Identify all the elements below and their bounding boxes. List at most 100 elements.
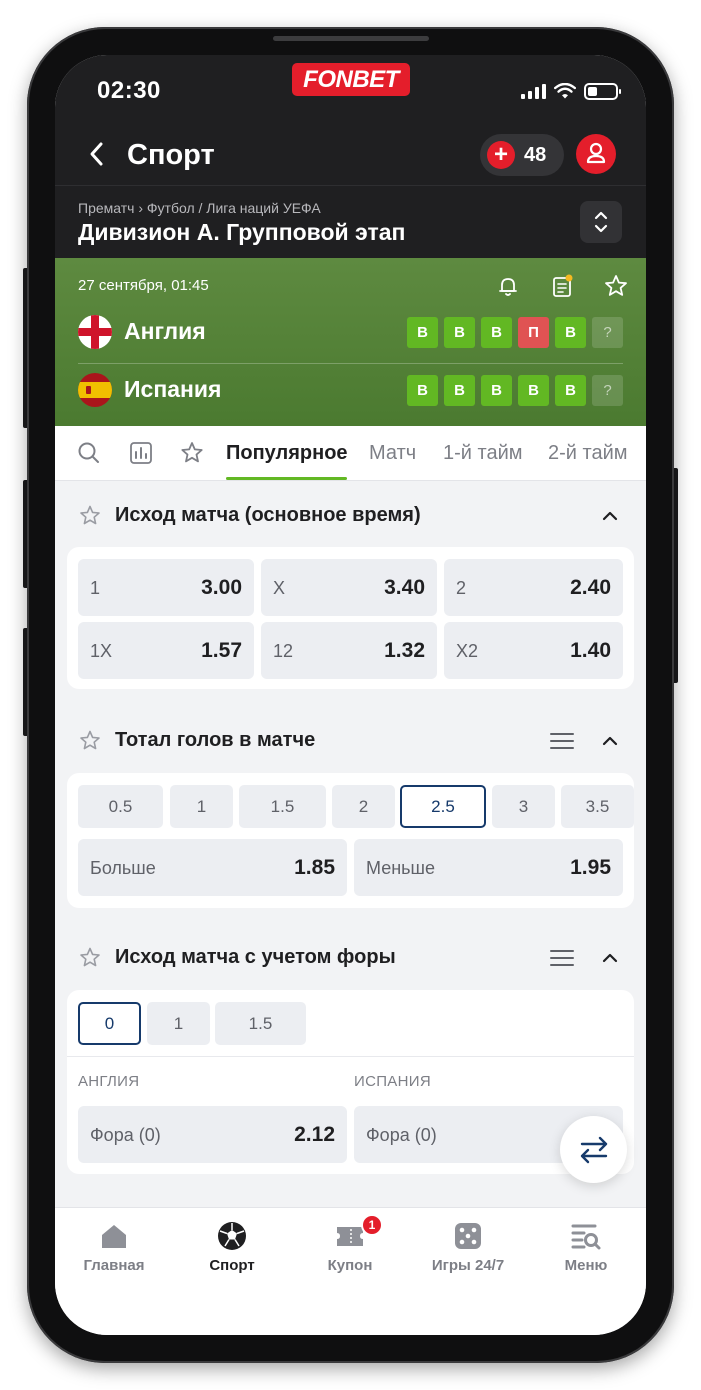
- divider: [55, 185, 646, 186]
- nav-home[interactable]: Главная: [55, 1220, 173, 1280]
- list-icon[interactable]: [549, 947, 575, 969]
- list-icon[interactable]: [549, 730, 575, 752]
- scoreboard-icon[interactable]: [548, 272, 576, 300]
- nav-label: Главная: [83, 1257, 145, 1274]
- form-result: П: [518, 317, 549, 348]
- coupon-badge: 1: [361, 1214, 383, 1236]
- odds-value: 3.40: [384, 576, 425, 599]
- line-chip[interactable]: 1.5: [215, 1002, 306, 1045]
- odds-value: 2.40: [570, 576, 611, 599]
- odds-label: 1X: [90, 641, 113, 661]
- odds-button[interactable]: 1X 1.57: [78, 622, 254, 679]
- star-icon[interactable]: [179, 440, 205, 466]
- event-switch-button[interactable]: [580, 201, 622, 243]
- line-chip[interactable]: 3.5: [561, 785, 634, 828]
- market-title[interactable]: Исход матча с учетом форы: [115, 946, 396, 969]
- tab-second-half[interactable]: 2-й тайм: [548, 442, 628, 465]
- odds-value: 3.00: [201, 576, 242, 599]
- statistics-icon[interactable]: [128, 440, 154, 466]
- line-chip[interactable]: 0.5: [78, 785, 163, 828]
- market-tabs: Популярное Матч 1-й тайм 2-й тайм: [55, 426, 646, 481]
- star-icon[interactable]: [602, 272, 630, 300]
- search-icon[interactable]: [76, 440, 102, 466]
- divider: [67, 1056, 634, 1057]
- england-flag-icon: [78, 315, 112, 349]
- team-form: В В В В В ?: [407, 375, 623, 406]
- star-icon[interactable]: [78, 946, 102, 970]
- form-result: В: [481, 375, 512, 406]
- nav-sport[interactable]: Спорт: [173, 1220, 291, 1280]
- odds-value: 2.12: [294, 1123, 335, 1146]
- chevron-up-icon[interactable]: [598, 729, 622, 753]
- odds-button[interactable]: X2 1.40: [444, 622, 623, 679]
- odds-button[interactable]: 12 1.32: [261, 622, 437, 679]
- chevron-left-icon: [90, 142, 103, 166]
- nav-games[interactable]: Игры 24/7: [409, 1220, 527, 1280]
- form-result: В: [555, 317, 586, 348]
- odds-button[interactable]: 2 2.40: [444, 559, 623, 616]
- line-chip[interactable]: 2: [332, 785, 395, 828]
- odds-label: 12: [273, 641, 294, 661]
- form-result: ?: [592, 317, 623, 348]
- market-title[interactable]: Тотал голов в матче: [115, 729, 315, 752]
- line-chip[interactable]: 1: [170, 785, 233, 828]
- star-icon[interactable]: [78, 729, 102, 753]
- team-row-away[interactable]: Испания В В В В В ?: [78, 365, 623, 415]
- chevron-up-icon[interactable]: [598, 504, 622, 528]
- odds-label: Больше: [90, 858, 156, 878]
- tab-first-half[interactable]: 1-й тайм: [443, 442, 523, 465]
- odds-value: 1.95: [570, 856, 611, 879]
- odds-value: 1.85: [294, 856, 335, 879]
- team-column-label: АНГЛИЯ: [78, 1073, 140, 1090]
- nav-label: Купон: [327, 1257, 373, 1274]
- wifi-icon: [554, 82, 576, 98]
- nav-label: Меню: [564, 1257, 608, 1274]
- line-chip[interactable]: 1: [147, 1002, 210, 1045]
- back-button[interactable]: [85, 139, 109, 169]
- breadcrumb[interactable]: Прематч › Футбол / Лига наций УЕФА: [78, 200, 321, 216]
- odds-label: X2: [456, 641, 479, 661]
- nav-label: Спорт: [209, 1257, 255, 1274]
- dice-icon: [455, 1223, 481, 1249]
- market-title[interactable]: Исход матча (основное время): [115, 504, 421, 527]
- league-title: Дивизион А. Групповой этап: [78, 219, 406, 245]
- star-icon[interactable]: [78, 504, 102, 528]
- line-chip-selected[interactable]: 0: [78, 1002, 141, 1045]
- odds-label: X: [273, 578, 286, 598]
- match-header: 27 сентября, 01:45 Англия В В В П В ? Ис…: [55, 258, 646, 426]
- divider: [78, 363, 623, 364]
- tab-match[interactable]: Матч: [369, 442, 416, 465]
- odds-button[interactable]: Больше 1.85: [78, 839, 347, 896]
- bonus-button[interactable]: + 48: [480, 134, 564, 176]
- profile-button[interactable]: [576, 134, 616, 174]
- team-name: Испания: [124, 376, 222, 402]
- line-chip[interactable]: 1.5: [239, 785, 326, 828]
- odds-button[interactable]: X 3.40: [261, 559, 437, 616]
- odds-button[interactable]: 1 3.00: [78, 559, 254, 616]
- line-chip[interactable]: 3: [492, 785, 555, 828]
- battery-icon: [584, 82, 621, 100]
- bell-icon[interactable]: [494, 272, 522, 300]
- swap-layout-button[interactable]: [560, 1116, 627, 1183]
- tab-popular[interactable]: Популярное: [226, 442, 348, 465]
- odds-value: 1.57: [201, 639, 242, 662]
- nav-menu[interactable]: Меню: [527, 1220, 645, 1280]
- odds-button[interactable]: Фора (0) 2.12: [78, 1106, 347, 1163]
- chevron-up-icon[interactable]: [598, 946, 622, 970]
- team-column-label: ИСПАНИЯ: [354, 1073, 431, 1090]
- home-icon: [102, 1225, 126, 1248]
- match-date: 27 сентября, 01:45: [78, 277, 209, 294]
- team-row-home[interactable]: Англия В В В П В ?: [78, 307, 623, 357]
- form-result: В: [407, 317, 438, 348]
- odds-label: Фора (0): [90, 1125, 161, 1145]
- nav-coupon[interactable]: 1 Купон: [291, 1214, 409, 1280]
- odds-value: 1.32: [384, 639, 425, 662]
- brand-logo: FONBET: [292, 63, 410, 96]
- bottom-navigation: Главная Спорт 1 Купон Игры 24/7 Меню: [55, 1207, 646, 1335]
- line-chip-selected[interactable]: 2.5: [400, 785, 486, 828]
- odds-value: 1.40: [570, 639, 611, 662]
- odds-button[interactable]: Меньше 1.95: [354, 839, 623, 896]
- team-form: В В В П В ?: [407, 317, 623, 348]
- plus-icon: +: [487, 141, 515, 169]
- app-screen: 02:30 FONBET Спорт + 48 Прематч › Футбол…: [55, 55, 646, 1335]
